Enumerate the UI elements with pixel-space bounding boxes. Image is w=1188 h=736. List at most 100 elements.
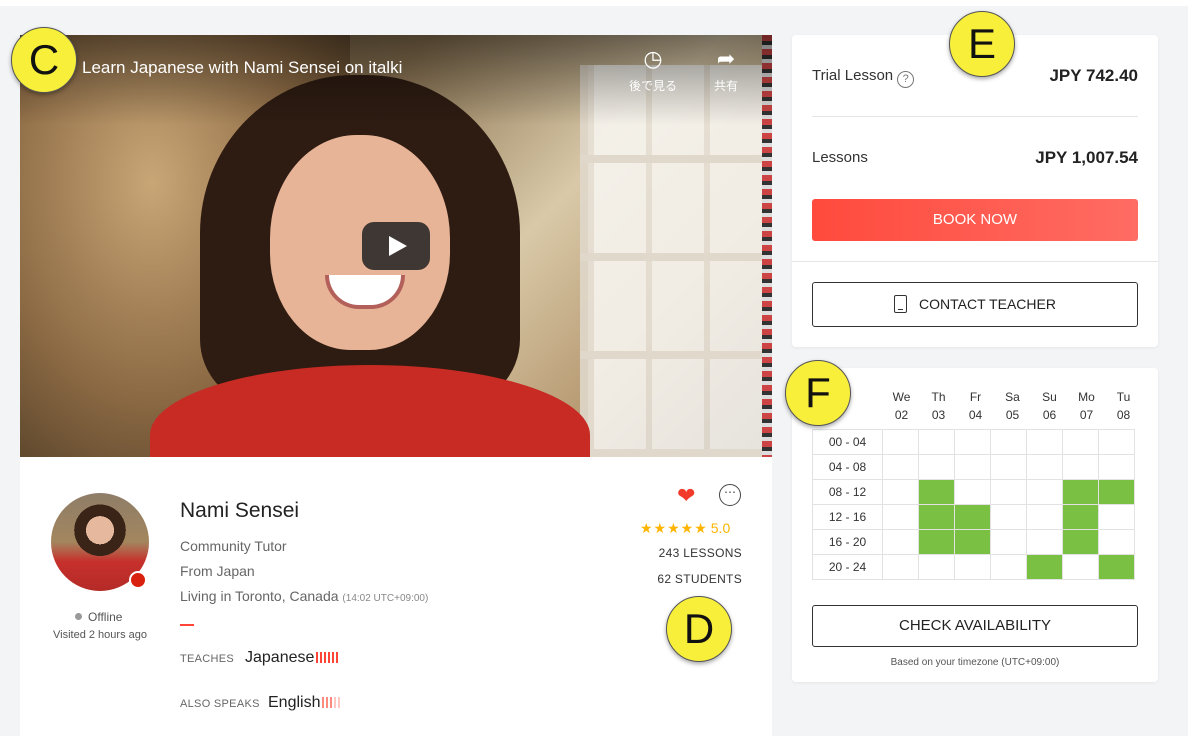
time-slot-label: 00 - 04 — [812, 429, 883, 455]
day-header: Tu 08 — [1105, 388, 1142, 424]
unavailable-slot — [1026, 479, 1063, 505]
also-speaks-language-name: English — [268, 694, 321, 711]
proficiency-advanced-bars — [322, 695, 342, 713]
unavailable-slot — [954, 454, 991, 480]
rating-value: 5.0 — [710, 520, 731, 536]
help-icon[interactable]: ? — [897, 71, 915, 88]
callout-badge-f: F — [785, 360, 851, 426]
available-slot[interactable] — [918, 504, 955, 530]
availability-row: 12 - 16 — [812, 504, 1135, 530]
day-header: Sa 05 — [994, 388, 1031, 424]
also-speaks-label: ALSO SPEAKS — [180, 698, 260, 710]
price-divider — [812, 116, 1138, 117]
lessons-price: JPY 1,007.54 — [1035, 148, 1138, 167]
unavailable-slot — [882, 454, 919, 480]
also-speaks-language: English — [268, 694, 342, 713]
video-title[interactable]: Learn Japanese with Nami Sensei on italk… — [82, 58, 402, 78]
trial-lesson-price: JPY 742.40 — [1049, 66, 1138, 85]
available-slot[interactable] — [1062, 529, 1099, 555]
favorite-heart-icon[interactable]: ❤ — [677, 485, 695, 507]
unavailable-slot — [1026, 429, 1063, 455]
available-slot[interactable] — [954, 529, 991, 555]
time-slot-label: 12 - 16 — [812, 504, 883, 530]
available-slot[interactable] — [1062, 504, 1099, 530]
unavailable-slot — [918, 429, 955, 455]
teacher-origin: From Japan — [180, 563, 255, 579]
book-now-button[interactable]: BOOK NOW — [812, 199, 1138, 241]
day-header: Su 06 — [1031, 388, 1068, 424]
message-icon — [894, 295, 908, 313]
unavailable-slot — [1098, 454, 1135, 480]
unavailable-slot — [1026, 504, 1063, 530]
available-slot[interactable] — [918, 479, 955, 505]
day-date: 03 — [931, 408, 946, 422]
share-label: 共有 — [713, 79, 738, 93]
share-button[interactable]: ➦ 共有 — [691, 47, 761, 94]
lessons-label: Lessons — [812, 149, 868, 166]
day-date: 02 — [894, 408, 909, 422]
day-date: 05 — [1005, 408, 1020, 422]
trial-lesson-label: Trial Lesson? — [812, 67, 915, 88]
available-slot[interactable] — [1062, 479, 1099, 505]
unavailable-slot — [954, 429, 991, 455]
check-availability-button[interactable]: CHECK AVAILABILITY — [812, 605, 1138, 647]
unavailable-slot — [954, 554, 991, 580]
play-button[interactable] — [362, 222, 430, 270]
intro-video[interactable]: Learn Japanese with Nami Sensei on italk… — [20, 35, 772, 457]
day-header: Fr 04 — [957, 388, 994, 424]
last-visited: Visited 2 hours ago — [53, 629, 147, 641]
unavailable-slot — [1098, 529, 1135, 555]
unavailable-slot — [1098, 504, 1135, 530]
clock-icon: ◷ — [643, 46, 663, 71]
time-slot-label: 04 - 08 — [812, 454, 883, 480]
day-of-week: Tu — [1116, 390, 1131, 404]
students-count: 62 STUDENTS — [657, 572, 742, 586]
day-header: We 02 — [883, 388, 920, 424]
time-slot-label: 20 - 24 — [812, 554, 883, 580]
availability-card: We 02 Th 03 Fr 04 Sa 05 Su 06 Mo 07 Tu 08 00 - 04 04 -… — [792, 368, 1158, 682]
top-strip — [0, 0, 1188, 6]
unavailable-slot — [1062, 454, 1099, 480]
teacher-name: Nami Sensei — [180, 499, 300, 522]
local-time: (14:02 UTC+09:00) — [342, 593, 429, 604]
day-header: Th 03 — [920, 388, 957, 424]
available-slot[interactable] — [1098, 479, 1135, 505]
teaches-language-name: Japanese — [245, 649, 315, 666]
unavailable-slot — [1026, 529, 1063, 555]
watch-later-label: 後で見る — [628, 79, 677, 93]
availability-row: 00 - 04 — [812, 429, 1135, 455]
day-of-week: Fr — [969, 390, 982, 404]
status-dot-icon — [75, 613, 82, 620]
timezone-note: Based on your timezone (UTC+09:00) — [890, 657, 1060, 668]
teacher-location: Living in Toronto, Canada (14:02 UTC+09:… — [180, 588, 428, 604]
callout-badge-e: E — [949, 11, 1015, 77]
unavailable-slot — [882, 479, 919, 505]
unavailable-slot — [882, 529, 919, 555]
watch-later-button[interactable]: ◷ 後で見る — [618, 47, 688, 94]
day-of-week: Sa — [1005, 390, 1020, 404]
callout-badge-c: C — [11, 27, 77, 93]
teaches-label: TEACHES — [180, 653, 235, 665]
time-slot-label: 16 - 20 — [812, 529, 883, 555]
contact-teacher-label: CONTACT TEACHER — [919, 296, 1056, 312]
unavailable-slot — [1062, 554, 1099, 580]
unavailable-slot — [882, 504, 919, 530]
callout-badge-d: D — [666, 596, 732, 662]
available-slot[interactable] — [1026, 554, 1063, 580]
available-slot[interactable] — [954, 504, 991, 530]
more-options-icon[interactable]: ⋯ — [719, 484, 741, 506]
day-date: 07 — [1079, 408, 1094, 422]
time-slot-label: 08 - 12 — [812, 479, 883, 505]
status-text: Offline — [88, 610, 123, 624]
unavailable-slot — [882, 554, 919, 580]
contact-teacher-button[interactable]: CONTACT TEACHER — [812, 282, 1138, 327]
available-slot[interactable] — [918, 529, 955, 555]
unavailable-slot — [1026, 454, 1063, 480]
unavailable-slot — [990, 554, 1027, 580]
unavailable-slot — [990, 504, 1027, 530]
available-slot[interactable] — [1098, 554, 1135, 580]
teaches-language: Japanese — [245, 649, 340, 668]
day-header: Mo 07 — [1068, 388, 1105, 424]
proficiency-native-bars — [316, 650, 340, 668]
day-date: 06 — [1042, 408, 1057, 422]
